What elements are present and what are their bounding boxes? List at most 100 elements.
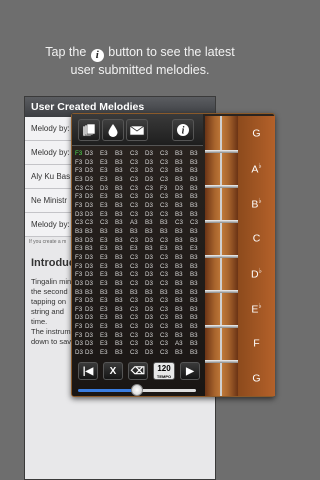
string-note-label[interactable]: D♭ [238, 267, 275, 281]
grid-cell[interactable]: B3 [130, 228, 145, 237]
grid-cell[interactable]: C3 [75, 219, 85, 228]
grid-cell[interactable]: E3 [190, 245, 203, 254]
grid-cell[interactable]: C3 [160, 306, 175, 315]
grid-cell[interactable]: C3 [160, 150, 175, 159]
grid-cell[interactable]: B3 [115, 289, 130, 298]
grid-cell[interactable]: B3 [85, 245, 100, 254]
grid-cell[interactable]: C3 [75, 185, 85, 194]
grid-cell[interactable]: B3 [115, 211, 130, 220]
grid-cell[interactable]: C3 [190, 219, 203, 228]
grid-cell[interactable]: E3 [75, 245, 85, 254]
grid-cell[interactable]: E3 [100, 202, 115, 211]
grid-cell[interactable]: C3 [130, 193, 145, 202]
string-note-label[interactable]: A♭ [238, 162, 275, 176]
grid-cell[interactable]: B3 [100, 228, 115, 237]
grid-cell[interactable]: B3 [175, 245, 190, 254]
play-button[interactable]: ▶ [180, 362, 200, 380]
grid-cell[interactable]: D3 [85, 323, 100, 332]
grid-cell[interactable]: C3 [85, 185, 100, 194]
grid-cell[interactable]: F3 [75, 150, 85, 159]
grid-row[interactable]: F3D3E3B3C3D3C3B3B3B3 [75, 332, 203, 341]
grid-cell[interactable]: C3 [145, 185, 160, 194]
grid-cell[interactable]: E3 [100, 237, 115, 246]
string-notes[interactable]: G A♭ B♭ C D♭ E♭ F G [238, 116, 275, 396]
grid-cell[interactable]: D3 [85, 202, 100, 211]
grid-cell[interactable]: F3 [75, 306, 85, 315]
grid-cell[interactable]: D3 [75, 211, 85, 220]
grid-cell[interactable]: B3 [115, 332, 130, 341]
grid-cell[interactable]: B3 [115, 314, 130, 323]
grid-cell[interactable]: B3 [175, 167, 190, 176]
grid-cell[interactable]: B3 [160, 219, 175, 228]
grid-cell[interactable]: E3 [160, 245, 175, 254]
grid-cell[interactable]: D3 [145, 211, 160, 220]
grid-cell[interactable]: D3 [85, 271, 100, 280]
grid-cell[interactable]: B3 [175, 289, 190, 298]
grid-cell[interactable]: B3 [175, 254, 190, 263]
grid-cell[interactable]: C3 [85, 219, 100, 228]
grid-row[interactable]: C3C3D3B3C3C3F3D3B3B3 [75, 185, 203, 194]
grid-cell[interactable]: C3 [160, 332, 175, 341]
grid-cell[interactable]: D3 [85, 193, 100, 202]
grid-row[interactable]: F3D3E3B3C3D3C3B3B3B3 [75, 150, 203, 159]
grid-cell[interactable]: B3 [145, 228, 160, 237]
grid-cell[interactable]: B3 [190, 271, 203, 280]
grid-cell[interactable]: B3 [115, 202, 130, 211]
grid-cell[interactable]: F3 [75, 323, 85, 332]
grid-cell[interactable]: D3 [145, 254, 160, 263]
grid-cell[interactable]: D3 [145, 323, 160, 332]
grid-cell[interactable]: E3 [100, 167, 115, 176]
grid-row[interactable]: F3D3E3B3C3D3C3B3B3B3 [75, 193, 203, 202]
grid-cell[interactable]: C3 [160, 159, 175, 168]
grid-cell[interactable]: C3 [175, 219, 190, 228]
grid-cell[interactable]: C3 [130, 271, 145, 280]
grid-cell[interactable]: E3 [100, 297, 115, 306]
grid-cell[interactable]: C3 [160, 263, 175, 272]
grid-cell[interactable]: B3 [130, 289, 145, 298]
grid-cell[interactable]: C3 [130, 332, 145, 341]
grid-cell[interactable]: D3 [145, 237, 160, 246]
grid-cell[interactable]: E3 [100, 332, 115, 341]
grid-cell[interactable]: D3 [145, 280, 160, 289]
grid-cell[interactable]: D3 [100, 185, 115, 194]
grid-cell[interactable]: D3 [145, 297, 160, 306]
grid-cell[interactable]: D3 [145, 263, 160, 272]
grid-cell[interactable]: B3 [190, 280, 203, 289]
grid-cell[interactable]: D3 [145, 314, 160, 323]
grid-cell[interactable]: C3 [160, 254, 175, 263]
grid-cell[interactable]: D3 [75, 340, 85, 349]
grid-cell[interactable]: C3 [160, 167, 175, 176]
grid-cell[interactable]: B3 [175, 323, 190, 332]
grid-cell[interactable]: D3 [145, 193, 160, 202]
grid-cell[interactable]: E3 [100, 254, 115, 263]
grid-cell[interactable]: D3 [145, 202, 160, 211]
grid-cell[interactable]: C3 [130, 176, 145, 185]
grid-cell[interactable]: B3 [190, 150, 203, 159]
grid-cell[interactable]: E3 [100, 211, 115, 220]
grid-cell[interactable]: D3 [85, 237, 100, 246]
grid-cell[interactable]: B3 [115, 323, 130, 332]
grid-cell[interactable]: B3 [115, 219, 130, 228]
grid-cell[interactable]: B3 [175, 306, 190, 315]
grid-cell[interactable]: B3 [175, 150, 190, 159]
grid-cell[interactable]: C3 [160, 297, 175, 306]
grid-cell[interactable]: B3 [100, 289, 115, 298]
grid-cell[interactable]: D3 [145, 349, 160, 358]
grid-cell[interactable]: B3 [175, 271, 190, 280]
grid-cell[interactable]: C3 [130, 211, 145, 220]
grid-cell[interactable]: D3 [145, 159, 160, 168]
info-button[interactable]: i [172, 119, 194, 141]
grid-cell[interactable]: B3 [115, 167, 130, 176]
grid-cell[interactable]: B3 [115, 176, 130, 185]
grid-cell[interactable]: C3 [100, 219, 115, 228]
grid-cell[interactable]: B3 [115, 185, 130, 194]
grid-cell[interactable]: B3 [75, 228, 85, 237]
grid-cell[interactable]: F3 [75, 167, 85, 176]
grid-cell[interactable]: C3 [130, 323, 145, 332]
grid-row[interactable]: F3D3E3B3C3D3C3B3B3B3 [75, 271, 203, 280]
grid-cell[interactable]: D3 [145, 271, 160, 280]
grid-row[interactable]: D3D3E3B3C3D3C3B3B3B3 [75, 280, 203, 289]
grid-cell[interactable]: D3 [85, 176, 100, 185]
grid-row[interactable]: F3D3E3B3C3D3C3B3B3B3 [75, 202, 203, 211]
grid-cell[interactable]: D3 [85, 254, 100, 263]
